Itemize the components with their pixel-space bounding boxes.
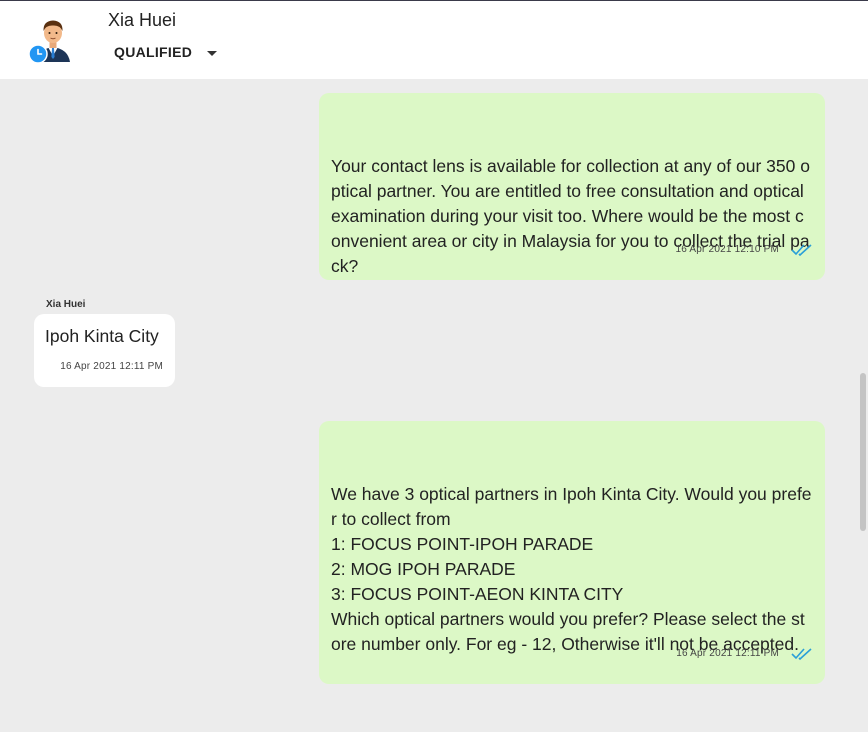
message-meta: 16 Apr 2021 12:11 PM	[676, 641, 813, 666]
message-time: 16 Apr 2021 12:11 PM	[60, 361, 163, 372]
contact-avatar[interactable]	[28, 16, 76, 64]
sender-name: Xia Huei	[46, 299, 86, 310]
chat-header: Xia Huei QUALIFIED	[0, 0, 868, 79]
double-check-icon	[791, 647, 812, 660]
outgoing-message: Your contact lens is available for colle…	[319, 93, 825, 280]
outgoing-message: We have 3 optical partners in Ipoh Kinta…	[319, 421, 825, 684]
incoming-message: Ipoh Kinta City 16 Apr 2021 12:11 PM	[34, 314, 175, 387]
status-dropdown[interactable]: QUALIFIED	[108, 41, 218, 63]
message-text: Ipoh Kinta City	[45, 326, 159, 346]
scrollbar-thumb[interactable]	[860, 373, 866, 531]
message-time: 16 Apr 2021 12:10 PM	[675, 244, 779, 255]
message-text: We have 3 optical partners in Ipoh Kinta…	[331, 484, 812, 654]
clock-icon	[28, 44, 48, 64]
message-time: 16 Apr 2021 12:11 PM	[676, 648, 779, 659]
chat-thread[interactable]: Your contact lens is available for colle…	[0, 79, 868, 702]
message-meta: 16 Apr 2021 12:10 PM	[675, 237, 813, 262]
contact-name: Xia Huei	[108, 10, 177, 30]
status-label: QUALIFIED	[114, 44, 193, 60]
caret-down-icon[interactable]	[207, 50, 218, 56]
double-check-icon	[791, 243, 812, 256]
